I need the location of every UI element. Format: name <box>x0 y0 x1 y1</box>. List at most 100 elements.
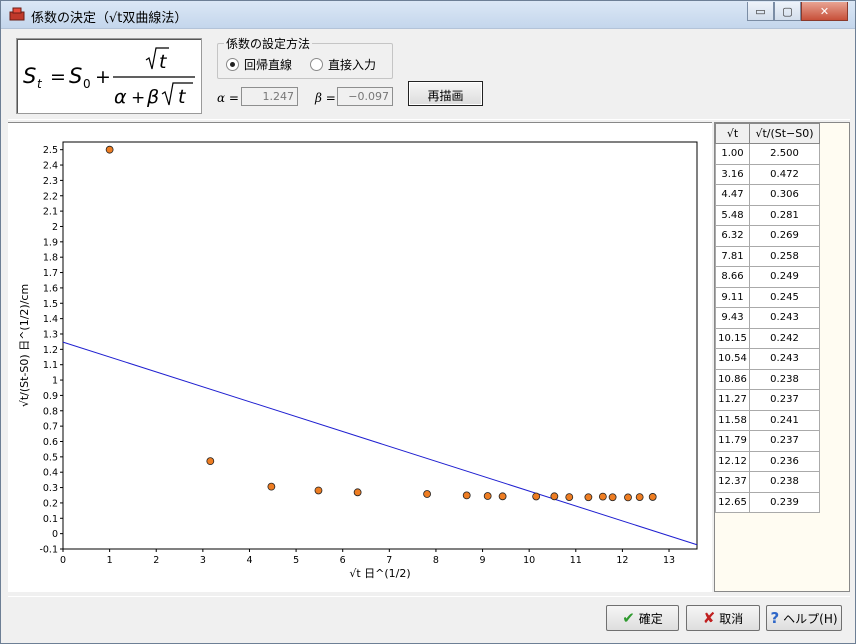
cross-icon: ✘ <box>702 609 716 627</box>
cell-ratio: 0.281 <box>749 204 820 226</box>
cell-ratio: 0.243 <box>749 307 820 329</box>
dialog-window: 係数の決定（√t双曲線法） ▭ ▢ ✕ S t = S 0 + t α + β … <box>0 0 856 644</box>
data-point <box>565 493 574 501</box>
radio-direct-label: 直接入力 <box>328 58 377 72</box>
data-point <box>314 486 323 495</box>
y-tick-label: 0.6 <box>43 437 58 448</box>
dialog-client-area: S t = S 0 + t α + β t 係数の設定方法 回帰直線 直接入力 … <box>8 30 850 638</box>
formula-svg: S t = S 0 + t α + β t <box>23 47 195 108</box>
title-bar[interactable]: 係数の決定（√t双曲線法） ▭ ▢ ✕ <box>1 1 855 29</box>
data-point <box>598 492 607 501</box>
maximize-button[interactable]: ▢ <box>774 2 801 21</box>
formula-lhs-sub: t <box>37 77 43 91</box>
bottom-divider <box>8 596 850 597</box>
y-tick-label: 1.1 <box>43 360 58 371</box>
check-icon: ✔ <box>622 609 635 627</box>
x-tick-label: 5 <box>293 555 299 566</box>
cell-sqrt-t: 3.16 <box>715 163 750 185</box>
data-point <box>624 493 632 502</box>
cell-sqrt-t: 1.00 <box>715 143 750 165</box>
y-tick-label: 0 <box>52 529 58 540</box>
y-tick-label: 0.9 <box>43 391 58 402</box>
x-tick-label: 2 <box>153 555 159 566</box>
minimize-button[interactable]: ▭ <box>747 2 774 21</box>
table-row: 12.12 0.236 <box>715 450 820 472</box>
radio-direct[interactable]: 直接入力 <box>310 56 376 73</box>
table-row: 6.32 0.269 <box>715 225 820 247</box>
data-point <box>105 145 114 154</box>
help-label: ヘルプ(H) <box>783 611 838 626</box>
plot-frame <box>62 141 698 550</box>
cell-sqrt-t: 11.58 <box>715 409 750 431</box>
radio-regression-indicator[interactable] <box>226 58 239 71</box>
cell-ratio: 0.241 <box>749 409 820 431</box>
data-table: √t √t/(St−S0) 1.00 2.500 3.16 0.472 4.47 0.30… <box>715 123 820 513</box>
y-tick-label: 2.4 <box>43 161 58 172</box>
cell-sqrt-t: 12.12 <box>715 450 750 472</box>
x-tick-label: 11 <box>570 555 582 566</box>
alpha-field[interactable]: 1.247 <box>241 87 298 106</box>
cancel-button[interactable]: ✘ 取消 <box>686 605 760 631</box>
cell-ratio: 0.258 <box>749 245 820 267</box>
y-tick-label: 0.7 <box>43 422 58 433</box>
formula-s0-sub: 0 <box>83 77 91 91</box>
formula-s0: S <box>69 64 82 88</box>
y-tick-label: 1.8 <box>43 253 58 264</box>
x-tick-label: 9 <box>480 555 486 566</box>
y-tick-label: 1 <box>52 376 58 387</box>
cell-sqrt-t: 8.66 <box>715 266 750 288</box>
data-point <box>267 482 276 491</box>
formula-alpha: α <box>114 86 127 108</box>
cell-sqrt-t: 7.81 <box>715 245 750 267</box>
beta-field[interactable]: −0.097 <box>337 87 393 106</box>
y-tick-label: 2.2 <box>43 191 58 202</box>
data-point <box>483 492 492 500</box>
radio-regression[interactable]: 回帰直線 <box>226 56 292 73</box>
y-tick-label: 2.3 <box>43 176 58 187</box>
cell-ratio: 0.236 <box>749 450 820 472</box>
y-tick-label: 1.4 <box>43 314 58 325</box>
y-tick-label: 2.5 <box>43 145 58 156</box>
data-point <box>584 493 593 502</box>
table-row: 11.58 0.241 <box>715 409 820 431</box>
formula-numerator: t <box>159 51 168 73</box>
table-row: 3.16 0.472 <box>715 163 820 185</box>
cell-ratio: 0.245 <box>749 286 820 308</box>
cell-sqrt-t: 9.11 <box>715 286 750 308</box>
y-tick-label: 1.2 <box>43 345 58 356</box>
y-tick-label: 0.5 <box>43 452 58 463</box>
chart-panel: -0.1 0 0.1 0.2 0.3 0.4 0.5 0.6 0.7 0.8 0.9 1 1.1 1.2 1… <box>8 122 712 592</box>
x-tick-label: 8 <box>433 555 439 566</box>
cell-ratio: 2.500 <box>749 143 820 165</box>
y-tick-label: 2.1 <box>43 207 58 218</box>
data-point <box>206 457 215 466</box>
ok-button[interactable]: ✔ 確定 <box>606 605 679 631</box>
radio-direct-indicator[interactable] <box>310 58 323 71</box>
table-row: 11.27 0.237 <box>715 389 820 411</box>
close-button[interactable]: ✕ <box>801 2 848 21</box>
table-row: 12.37 0.238 <box>715 471 820 493</box>
x-tick-label: 3 <box>200 555 206 566</box>
y-tick-label: 1.6 <box>43 283 58 294</box>
cell-ratio: 0.306 <box>749 184 820 206</box>
cell-sqrt-t: 12.65 <box>715 491 750 513</box>
x-tick-label: 12 <box>616 555 628 566</box>
cell-ratio: 0.242 <box>749 327 820 349</box>
formula-denominator-t: t <box>178 86 187 108</box>
coefficient-method-group: 係数の設定方法 回帰直線 直接入力 <box>217 35 393 79</box>
cell-ratio: 0.472 <box>749 163 820 185</box>
table-row: 12.65 0.239 <box>715 491 820 513</box>
col-header-sqrt-t: √t <box>715 123 750 144</box>
help-button[interactable]: ? ヘルプ(H) <box>766 605 842 631</box>
radio-regression-label: 回帰直線 <box>244 58 293 72</box>
cell-ratio: 0.243 <box>749 348 820 370</box>
redraw-button[interactable]: 再描画 <box>408 81 483 106</box>
table-row: 7.81 0.258 <box>715 245 820 267</box>
y-tick-label: 0.1 <box>43 514 58 525</box>
y-tick-label: 0.4 <box>43 468 58 479</box>
cell-sqrt-t: 6.32 <box>715 225 750 247</box>
cell-ratio: 0.239 <box>749 491 820 513</box>
table-row: 1.00 2.500 <box>715 143 820 165</box>
cell-ratio: 0.249 <box>749 266 820 288</box>
y-tick-label: 1.7 <box>43 268 58 279</box>
